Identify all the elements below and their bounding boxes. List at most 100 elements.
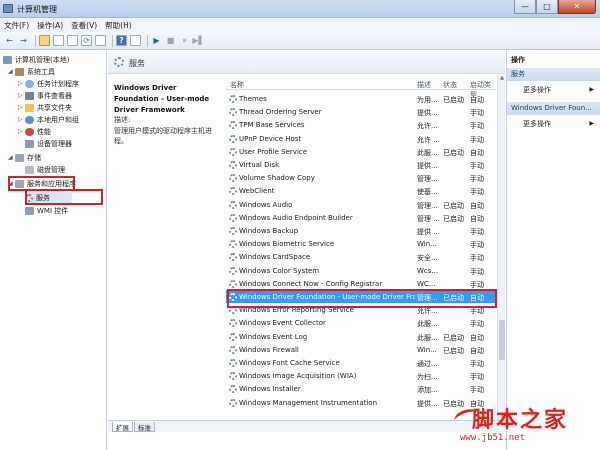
service-row[interactable]: Volume Shadow Copy 管理... 手动 [226,171,496,184]
tree-item-root[interactable]: 计算机管理(本地) [3,54,69,65]
service-row[interactable]: Windows Audio 管理... 已启动 自动 [226,198,496,211]
service-row[interactable]: Windows Font Cache Service 通过... 手动 [226,356,496,369]
service-name: Windows Audio [239,200,293,209]
service-row[interactable]: Virtual Disk 提供... 手动 [226,158,496,171]
scrollbar-thumb[interactable] [499,320,505,360]
service-row[interactable]: WebClient 使基... 手动 [226,184,496,197]
tree-item-services[interactable]: 服务 [25,192,72,203]
minimize-button[interactable]: — [514,0,536,14]
service-description: Wcs... [417,266,439,275]
service-row[interactable]: Thread Ordering Server 提供... 手动 [226,105,496,118]
service-row[interactable]: TPM Base Services 允许... 手动 [226,118,496,131]
start-service-icon[interactable]: ▶ [151,35,162,46]
service-description: 允许... [417,307,438,316]
service-gear-icon [229,147,237,156]
tree-item-wmi[interactable]: WMI 控件 [25,205,68,216]
expand-arrow-icon[interactable]: ▷ [18,116,25,123]
menu-view[interactable]: 查看(V) [71,20,97,31]
service-name: Windows Audio Endpoint Builder [239,213,353,222]
expand-arrow-icon[interactable]: ▷ [18,92,25,99]
tab-extended[interactable]: 扩展 [112,422,133,432]
tree-item-shared-folders[interactable]: ▷ 共享文件夹 [18,102,72,113]
device-manager-icon [25,139,34,148]
service-row[interactable]: Windows Firewall Win... 已启动 自动 [226,343,496,356]
service-row[interactable]: UPnP Device Host 允许 ... 手动 [226,132,496,145]
tree-item-task-scheduler[interactable]: ▷ 任务计划程序 [18,78,79,89]
service-startup-type: 手动 [470,267,484,276]
service-gear-icon [229,121,237,130]
show-hide-tree-icon[interactable] [53,35,64,46]
tree-item-services-and-applications[interactable]: ◢ 服务和应用程序 [8,178,76,189]
service-gear-icon [229,266,237,275]
service-row[interactable]: Windows Connect Now - Config Registrar WC… [226,277,496,290]
scroll-up-icon[interactable]: ▲ [498,75,506,83]
service-gear-icon [229,319,237,328]
tree-item-event-viewer[interactable]: ▷ 事件查看器 [18,90,72,101]
service-row[interactable]: Windows Driver Foundation - User-mode Dr… [226,290,496,303]
more-actions-link[interactable]: 更多操作 [523,85,551,95]
service-row[interactable]: Windows Image Acquisition (WIA) 为扫... 手动 [226,369,496,382]
service-row[interactable]: Windows Color System Wcs... 手动 [226,264,496,277]
maximize-button[interactable]: □ [536,0,558,14]
collapse-arrow-icon[interactable]: ◢ [8,180,15,187]
toolbar-separator [112,34,113,47]
more-actions-link[interactable]: 更多操作 [523,119,551,129]
actions-section-selected-service[interactable]: Windows Driver Foun... [507,102,600,115]
collapse-arrow-icon[interactable]: ◢ [8,68,15,75]
menu-file[interactable]: 文件(F) [4,20,29,31]
pause-service-icon[interactable]: ⏸ [179,35,190,46]
tree-item-device-manager[interactable]: 设备管理器 [25,138,72,149]
service-startup-type: 手动 [470,360,484,368]
close-button[interactable]: ✕ [558,0,596,14]
column-header-name[interactable]: 名称 [230,80,244,90]
tree-item-system-tools[interactable]: ◢ 系统工具 [8,66,55,77]
service-gear-icon [229,174,237,183]
arrow-right-icon: ▶ [589,120,594,127]
actions-section-services[interactable]: 服务 [507,68,600,81]
service-row[interactable]: Windows Event Collector 此服... 手动 [226,316,496,329]
tree-item-label: 事件查看器 [37,91,72,100]
service-name: Windows Color System [239,266,320,275]
service-row[interactable]: Windows Error Reporting Service 允许... 手动 [226,303,496,316]
menu-help[interactable]: 帮助(H) [105,20,132,31]
column-header-status[interactable]: 状态 [443,80,457,90]
service-gear-icon [229,95,237,103]
export-list-icon[interactable] [95,35,106,46]
service-name: Windows Event Collector [239,319,326,328]
expand-arrow-icon[interactable]: ▷ [18,104,25,111]
service-row[interactable]: Windows Installer 添加... 手动 [226,382,496,395]
computer-icon [3,55,12,64]
tree-item-performance[interactable]: ▷ 性能 [18,126,51,137]
service-gear-icon [229,213,237,222]
tree-item-label: 任务计划程序 [37,79,79,88]
service-name: Windows Management Instrumentation [239,398,378,407]
service-row[interactable]: Themes 为用... 已启动 自动 [226,92,496,105]
forward-arrow-icon[interactable]: → [18,35,29,46]
stop-service-icon[interactable]: ■ [165,35,176,46]
tab-standard[interactable]: 标准 [134,422,155,432]
expand-arrow-icon[interactable]: ▷ [18,128,25,135]
service-row[interactable]: Windows Audio Endpoint Builder 管理 ... 已启动自… [226,211,496,224]
tree-item-storage[interactable]: ◢ 存储 [8,152,41,163]
restart-service-icon[interactable]: ▶▌ [192,35,204,46]
properties-icon[interactable] [67,35,78,46]
column-header-description[interactable]: 描述 [417,80,431,90]
gear-icon [114,57,124,67]
tree-item-disk-management[interactable]: 磁盘管理 [25,164,65,175]
refresh-icon[interactable]: ⟳ [81,35,92,46]
service-row[interactable]: Windows Backup 提供 ... 手动 [226,224,496,237]
expand-arrow-icon[interactable]: ▷ [18,80,25,87]
back-arrow-icon[interactable]: ← [4,35,15,46]
vertical-scrollbar[interactable]: ▲ ▼ [497,75,505,420]
tree-item-local-users[interactable]: ▷ 本地用户和组 [18,114,79,125]
up-folder-icon[interactable] [39,35,50,46]
collapse-arrow-icon[interactable]: ◢ [8,154,15,161]
menu-action[interactable]: 操作(A) [37,20,63,31]
services-pane: 服务 Windows Driver Foundation - User-mode… [108,51,505,450]
service-row[interactable]: User Profile Service 此服... 已启动 自动 [226,145,496,158]
service-row[interactable]: Windows Biometric Service Win... 手动 [226,237,496,250]
extended-view-icon[interactable] [130,35,141,46]
service-row[interactable]: Windows Event Log 此服... 已启动 自动 [226,330,496,343]
help-icon[interactable]: ? [116,35,127,46]
service-row[interactable]: Windows CardSpace 安全... 手动 [226,250,496,263]
